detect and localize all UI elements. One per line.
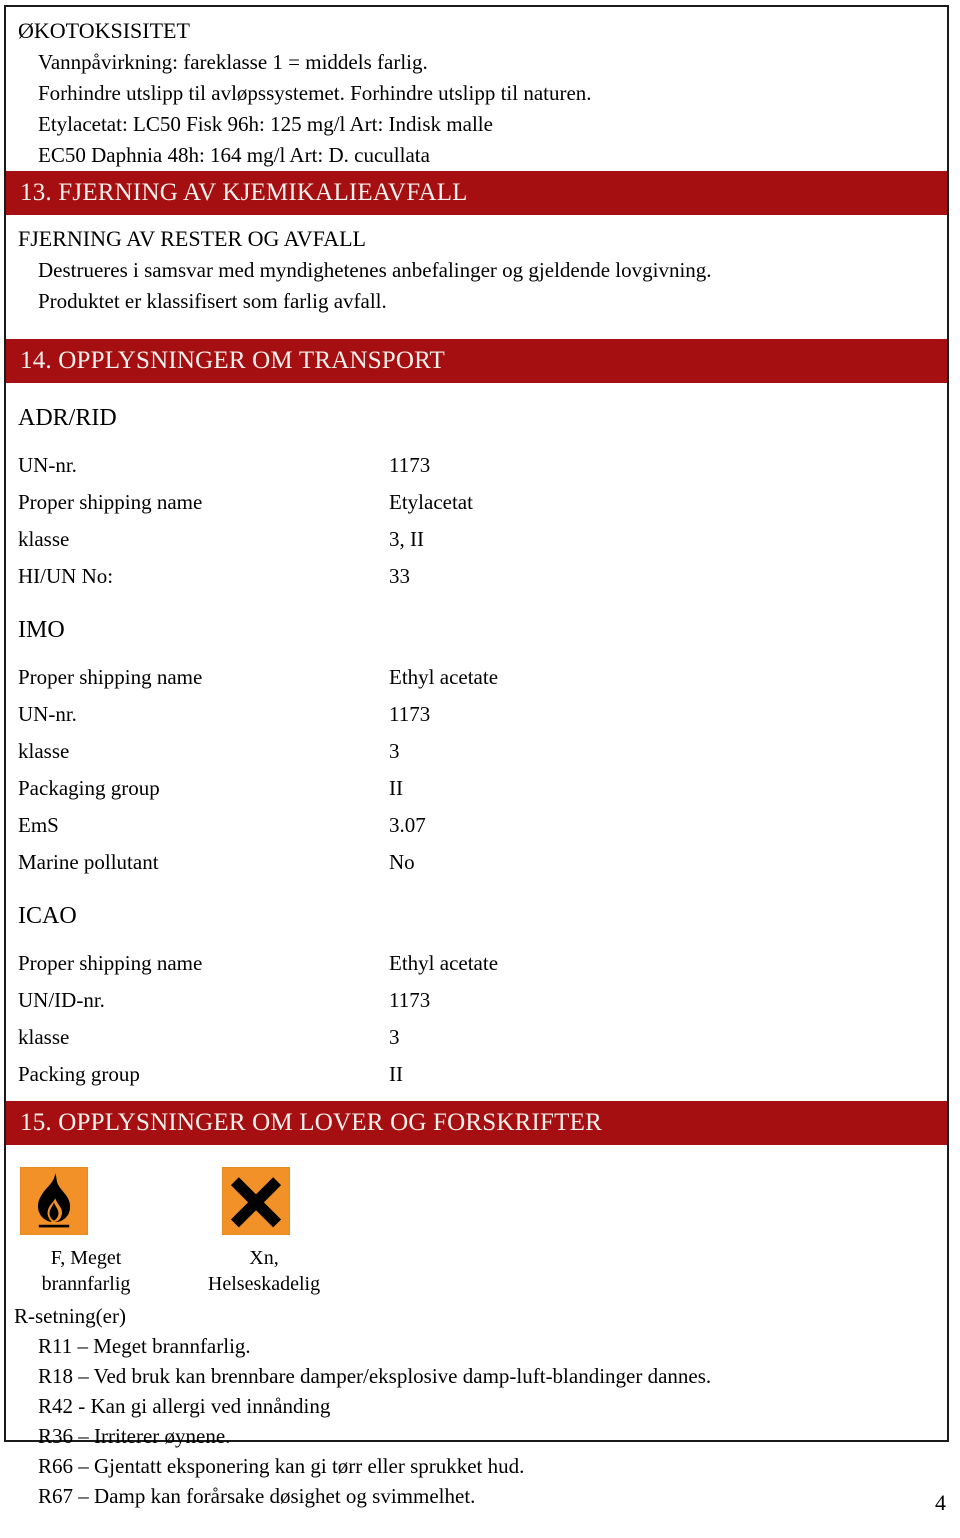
row-value: 33 (389, 564, 410, 588)
row-label: Marine pollutant (18, 850, 159, 874)
hazard-caption-flame-line1: F, Meget (50, 1247, 122, 1269)
x-cross-icon (222, 1167, 290, 1235)
row-label: HI/UN No: (18, 564, 114, 588)
hazard-caption-harmful: Xn, Helseskadelig (154, 1245, 374, 1297)
ecotoxicity-line-1: Vannpåvirkning: fareklasse 1 = middels f… (38, 50, 428, 74)
table-row: Proper shipping name Ethyl acetate (6, 945, 947, 982)
hazard-caption-flame: F, Meget brannfarlig (6, 1245, 166, 1297)
flame-icon (20, 1167, 88, 1235)
r-phrases-heading: R-setning(er) (14, 1304, 126, 1328)
row-label: UN-nr. (18, 453, 77, 477)
page-content: ØKOTOKSISITET Vannpåvirkning: fareklasse… (6, 7, 947, 1508)
table-row: HI/UN No: 33 (6, 558, 947, 595)
r-phrase-item: R18 – Ved bruk kan brennbare damper/eksp… (38, 1364, 712, 1388)
row-value: 1173 (389, 453, 431, 477)
row-label: EmS (18, 813, 59, 837)
row-label: UN-nr. (18, 702, 77, 726)
row-value: No (389, 850, 415, 874)
row-label: Proper shipping name (18, 951, 203, 975)
row-label: Packaging group (18, 776, 160, 800)
row-value: 1173 (389, 702, 431, 726)
table-row: klasse 3 (6, 733, 947, 770)
table-row: UN-nr. 1173 (6, 696, 947, 733)
page-number: 4 (935, 1490, 946, 1515)
row-value: 3, II (389, 527, 424, 551)
row-value: Etylacetat (389, 490, 473, 514)
ecotoxicity-line-3: Etylacetat: LC50 Fisk 96h: 125 mg/l Art:… (38, 112, 493, 136)
section-13-banner: 13. FJERNING AV KJEMIKALIEAVFALL (6, 171, 947, 215)
table-row: UN/ID-nr. 1173 (6, 982, 947, 1019)
hazard-caption-harmful-line1: Xn, (249, 1247, 279, 1269)
section-13-line-2: Produktet er klassifisert som farlig avf… (38, 289, 387, 313)
section-14-banner: 14. OPPLYSNINGER OM TRANSPORT (6, 339, 947, 383)
row-value: Ethyl acetate (389, 665, 499, 689)
table-row: klasse 3, II (6, 521, 947, 558)
transport-group-title-adr-rid: ADR/RID (18, 405, 117, 431)
row-label: Proper shipping name (18, 665, 203, 689)
row-label: Packing group (18, 1062, 140, 1086)
ecotoxicity-line-4: EC50 Daphnia 48h: 164 mg/l Art: D. cucul… (38, 143, 430, 167)
r-phrase-item: R66 – Gjentatt eksponering kan gi tørr e… (38, 1454, 525, 1478)
row-label: UN/ID-nr. (18, 988, 105, 1012)
table-row: Packing group II (6, 1056, 947, 1093)
section-13-line-1: Destrueres i samsvar med myndighetenes a… (38, 258, 712, 282)
row-label: klasse (18, 527, 70, 551)
ecotoxicity-line-2: Forhindre utslipp til avløpssystemet. Fo… (38, 81, 592, 105)
table-row: klasse 3 (6, 1019, 947, 1056)
row-value: II (389, 1062, 403, 1086)
row-value: 1173 (389, 988, 431, 1012)
r-phrase-item: R42 - Kan gi allergi ved innånding (38, 1394, 331, 1418)
hazard-pictogram-strip (6, 1167, 947, 1245)
r-phrase-item: R11 – Meget brannfarlig. (38, 1334, 251, 1358)
transport-group-title-icao: ICAO (18, 903, 77, 929)
hazard-caption-flame-line2: brannfarlig (41, 1273, 131, 1295)
row-label: klasse (18, 739, 70, 763)
table-row: UN-nr. 1173 (6, 447, 947, 484)
r-phrase-item: R67 – Damp kan forårsake døsighet og svi… (38, 1484, 476, 1508)
row-label: Proper shipping name (18, 490, 203, 514)
page-frame: ØKOTOKSISITET Vannpåvirkning: fareklasse… (4, 5, 949, 1508)
row-value: 3 (389, 739, 400, 763)
section-13-subheading: FJERNING AV RESTER OG AVFALL (18, 226, 366, 251)
table-row: Packaging group II (6, 770, 947, 807)
table-row: Marine pollutant No (6, 844, 947, 881)
table-row: Proper shipping name Etylacetat (6, 484, 947, 521)
transport-group-title-imo: IMO (18, 617, 65, 643)
row-value: 3.07 (389, 813, 426, 837)
row-value: 3 (389, 1025, 400, 1049)
ecotoxicity-heading: ØKOTOKSISITET (18, 18, 190, 43)
section-15-banner: 15. OPPLYSNINGER OM LOVER OG FORSKRIFTER (6, 1101, 947, 1145)
table-row: Proper shipping name Ethyl acetate (6, 659, 947, 696)
row-label: klasse (18, 1025, 70, 1049)
row-value: Ethyl acetate (389, 951, 499, 975)
hazard-caption-harmful-line2: Helseskadelig (207, 1273, 321, 1295)
hazard-pictogram-captions: F, Meget brannfarlig Xn, Helseskadelig (6, 1245, 947, 1301)
table-row: EmS 3.07 (6, 807, 947, 844)
r-phrase-item: R36 – Irriterer øynene. (38, 1424, 231, 1448)
row-value: II (389, 776, 403, 800)
